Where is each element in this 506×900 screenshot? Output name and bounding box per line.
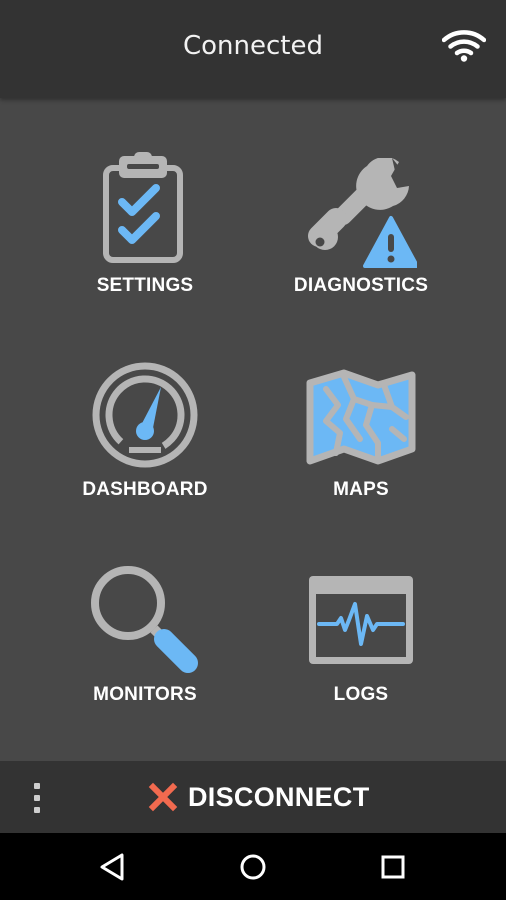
back-icon[interactable] xyxy=(95,849,131,885)
gauge-icon xyxy=(92,362,198,468)
monitors-tile[interactable]: MONITORS xyxy=(35,557,255,757)
dashboard-label: DASHBOARD xyxy=(82,479,208,500)
wifi-icon xyxy=(442,30,486,62)
diagnostics-label: DIAGNOSTICS xyxy=(293,275,429,296)
magnifier-icon xyxy=(91,566,198,673)
disconnect-button[interactable]: DISCONNECT xyxy=(148,777,370,817)
logs-label: LOGS xyxy=(333,684,389,705)
maps-label: MAPS xyxy=(333,479,389,500)
logs-tile[interactable]: LOGS xyxy=(251,557,471,757)
connection-status-title: Connected xyxy=(182,31,323,61)
feature-grid: SETTINGS DIAGNOSTICS DASHBOARD MAPS MONI… xyxy=(0,98,506,761)
maps-tile[interactable]: MAPS xyxy=(251,353,471,553)
close-x-icon xyxy=(148,782,178,812)
clipboard-check-icon xyxy=(103,152,183,263)
recents-icon[interactable] xyxy=(375,849,411,885)
diagnostics-tile[interactable]: DIAGNOSTICS xyxy=(251,146,471,346)
dashboard-tile[interactable]: DASHBOARD xyxy=(35,353,255,553)
settings-label: SETTINGS xyxy=(96,275,194,296)
app-screen: Connected SETTINGS DIAGNOSTICS DASHBOARD… xyxy=(0,0,506,900)
map-icon xyxy=(306,369,416,465)
home-icon[interactable] xyxy=(235,849,271,885)
system-nav-bar xyxy=(0,833,506,900)
waveform-log-icon xyxy=(309,576,413,664)
overflow-menu-icon[interactable] xyxy=(22,779,52,817)
monitors-label: MONITORS xyxy=(93,684,197,705)
disconnect-label: DISCONNECT xyxy=(188,781,370,812)
bottom-action-bar: DISCONNECT xyxy=(0,761,506,833)
status-header: Connected xyxy=(0,0,506,98)
wrench-warning-icon xyxy=(308,158,417,268)
settings-tile[interactable]: SETTINGS xyxy=(35,146,255,346)
